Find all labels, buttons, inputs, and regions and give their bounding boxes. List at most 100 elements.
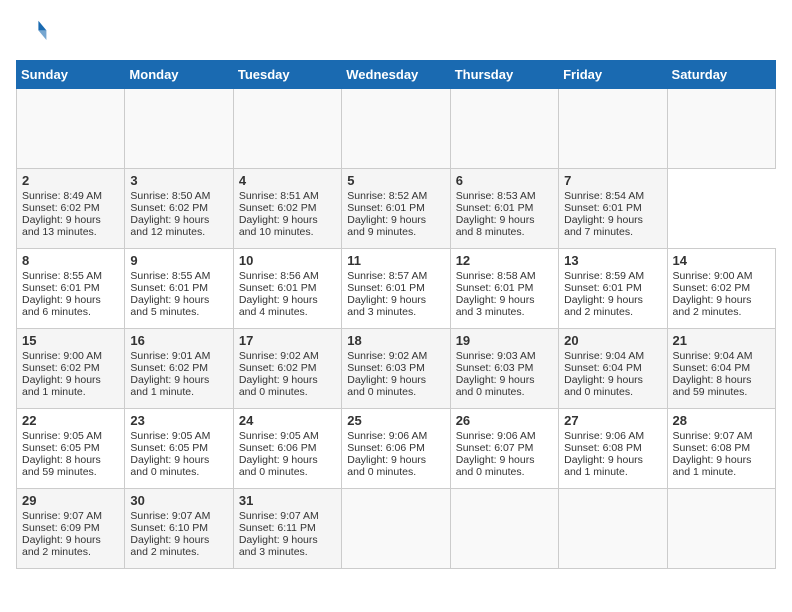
calendar-cell: 30Sunrise: 9:07 AMSunset: 6:10 PMDayligh… [125,489,233,569]
sunrise-text: Sunrise: 9:05 AM [130,430,227,442]
daylight-text: Daylight: 9 hours and 2 minutes. [673,294,770,318]
column-header-saturday: Saturday [667,61,775,89]
calendar-cell: 19Sunrise: 9:03 AMSunset: 6:03 PMDayligh… [450,329,558,409]
day-number: 18 [347,333,444,348]
daylight-text: Daylight: 9 hours and 0 minutes. [239,454,336,478]
daylight-text: Daylight: 9 hours and 2 minutes. [22,534,119,558]
day-number: 3 [130,173,227,188]
calendar-cell: 17Sunrise: 9:02 AMSunset: 6:02 PMDayligh… [233,329,341,409]
sunrise-text: Sunrise: 9:07 AM [673,430,770,442]
sunset-text: Sunset: 6:02 PM [22,362,119,374]
sunrise-text: Sunrise: 8:54 AM [564,190,661,202]
sunrise-text: Sunrise: 9:05 AM [239,430,336,442]
daylight-text: Daylight: 9 hours and 3 minutes. [347,294,444,318]
day-number: 21 [673,333,770,348]
sunset-text: Sunset: 6:02 PM [673,282,770,294]
day-number: 13 [564,253,661,268]
calendar-cell: 3Sunrise: 8:50 AMSunset: 6:02 PMDaylight… [125,169,233,249]
sunset-text: Sunset: 6:03 PM [456,362,553,374]
day-number: 12 [456,253,553,268]
sunset-text: Sunset: 6:02 PM [130,362,227,374]
sunset-text: Sunset: 6:08 PM [564,442,661,454]
calendar-cell: 13Sunrise: 8:59 AMSunset: 6:01 PMDayligh… [559,249,667,329]
sunset-text: Sunset: 6:01 PM [456,282,553,294]
calendar-cell: 12Sunrise: 8:58 AMSunset: 6:01 PMDayligh… [450,249,558,329]
sunrise-text: Sunrise: 9:02 AM [347,350,444,362]
day-number: 24 [239,413,336,428]
daylight-text: Daylight: 9 hours and 0 minutes. [130,454,227,478]
sunrise-text: Sunrise: 8:53 AM [456,190,553,202]
sunrise-text: Sunrise: 8:50 AM [130,190,227,202]
day-number: 14 [673,253,770,268]
calendar-cell: 5Sunrise: 8:52 AMSunset: 6:01 PMDaylight… [342,169,450,249]
daylight-text: Daylight: 9 hours and 1 minute. [130,374,227,398]
calendar-cell: 4Sunrise: 8:51 AMSunset: 6:02 PMDaylight… [233,169,341,249]
day-number: 27 [564,413,661,428]
daylight-text: Daylight: 9 hours and 2 minutes. [564,294,661,318]
day-number: 17 [239,333,336,348]
calendar-cell: 9Sunrise: 8:55 AMSunset: 6:01 PMDaylight… [125,249,233,329]
day-number: 10 [239,253,336,268]
calendar-week-row: 22Sunrise: 9:05 AMSunset: 6:05 PMDayligh… [17,409,776,489]
calendar-cell [342,89,450,169]
sunset-text: Sunset: 6:06 PM [347,442,444,454]
day-number: 28 [673,413,770,428]
daylight-text: Daylight: 9 hours and 6 minutes. [22,294,119,318]
day-number: 25 [347,413,444,428]
calendar-cell [667,489,775,569]
day-number: 19 [456,333,553,348]
calendar-cell: 28 Sunrise: 9:07 AMSunset: 6:08 PMDayligh… [667,409,775,489]
calendar-cell: 29Sunrise: 9:07 AMSunset: 6:09 PMDayligh… [17,489,125,569]
sunset-text: Sunset: 6:01 PM [564,282,661,294]
sunrise-text: Sunrise: 8:56 AM [239,270,336,282]
logo-icon [16,16,48,48]
day-number: 9 [130,253,227,268]
sunrise-text: Sunrise: 9:06 AM [564,430,661,442]
calendar-cell: 10Sunrise: 8:56 AMSunset: 6:01 PMDayligh… [233,249,341,329]
daylight-text: Daylight: 9 hours and 4 minutes. [239,294,336,318]
day-number: 6 [456,173,553,188]
sunrise-text: Sunrise: 8:51 AM [239,190,336,202]
daylight-text: Daylight: 9 hours and 0 minutes. [347,374,444,398]
sunset-text: Sunset: 6:02 PM [239,202,336,214]
daylight-text: Daylight: 9 hours and 9 minutes. [347,214,444,238]
day-number: 30 [130,493,227,508]
calendar-cell: 16Sunrise: 9:01 AMSunset: 6:02 PMDayligh… [125,329,233,409]
sunset-text: Sunset: 6:01 PM [22,282,119,294]
calendar-cell: 18Sunrise: 9:02 AMSunset: 6:03 PMDayligh… [342,329,450,409]
sunrise-text: Sunrise: 8:55 AM [130,270,227,282]
calendar-cell: 15Sunrise: 9:00 AMSunset: 6:02 PMDayligh… [17,329,125,409]
sunrise-text: Sunrise: 9:07 AM [239,510,336,522]
calendar-cell [342,489,450,569]
calendar-cell: 7Sunrise: 8:54 AMSunset: 6:01 PMDaylight… [559,169,667,249]
calendar-week-row: 8Sunrise: 8:55 AMSunset: 6:01 PMDaylight… [17,249,776,329]
daylight-text: Daylight: 9 hours and 1 minute. [22,374,119,398]
daylight-text: Daylight: 9 hours and 1 minute. [673,454,770,478]
calendar-cell: 8Sunrise: 8:55 AMSunset: 6:01 PMDaylight… [17,249,125,329]
sunset-text: Sunset: 6:05 PM [130,442,227,454]
page-header [16,16,776,48]
sunrise-text: Sunrise: 9:04 AM [673,350,770,362]
calendar-cell: 21Sunrise: 9:04 AMSunset: 6:04 PMDayligh… [667,329,775,409]
calendar-cell: 20Sunrise: 9:04 AMSunset: 6:04 PMDayligh… [559,329,667,409]
column-header-friday: Friday [559,61,667,89]
sunset-text: Sunset: 6:02 PM [130,202,227,214]
sunset-text: Sunset: 6:02 PM [239,362,336,374]
day-number: 20 [564,333,661,348]
sunset-text: Sunset: 6:11 PM [239,522,336,534]
sunrise-text: Sunrise: 8:52 AM [347,190,444,202]
daylight-text: Daylight: 9 hours and 0 minutes. [456,454,553,478]
daylight-text: Daylight: 8 hours and 59 minutes. [673,374,770,398]
sunrise-text: Sunrise: 8:55 AM [22,270,119,282]
column-header-wednesday: Wednesday [342,61,450,89]
calendar-cell [450,89,558,169]
logo [16,16,52,48]
sunset-text: Sunset: 6:08 PM [673,442,770,454]
sunrise-text: Sunrise: 9:01 AM [130,350,227,362]
sunrise-text: Sunrise: 9:00 AM [22,350,119,362]
calendar-week-row: 29Sunrise: 9:07 AMSunset: 6:09 PMDayligh… [17,489,776,569]
daylight-text: Daylight: 9 hours and 7 minutes. [564,214,661,238]
calendar-week-row [17,89,776,169]
sunrise-text: Sunrise: 9:03 AM [456,350,553,362]
daylight-text: Daylight: 9 hours and 1 minute. [564,454,661,478]
